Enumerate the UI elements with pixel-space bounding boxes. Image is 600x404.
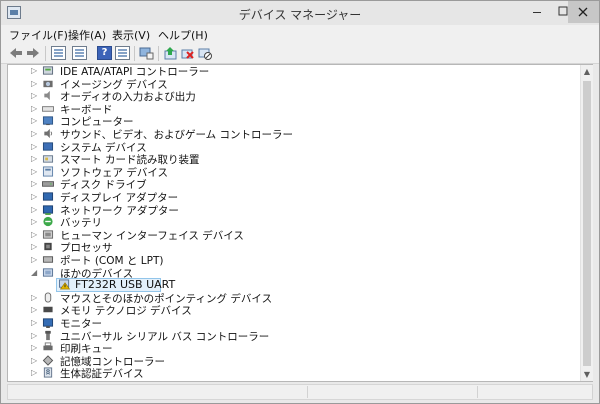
biometric-icon <box>43 367 53 378</box>
expand-arrow-icon[interactable]: ▷ <box>31 217 39 227</box>
device-tree[interactable]: ▷ IDE ATA/ATAPI コントローラー ▷ イメージング デバイス ▷ オーディオ… <box>8 65 580 381</box>
expand-arrow-icon[interactable]: ▷ <box>31 129 39 139</box>
tree-item-label: 生体認証デバイス <box>60 368 144 381</box>
network-adapter-icon <box>42 204 54 215</box>
toolbar-separator <box>45 46 46 61</box>
expand-arrow-icon[interactable]: ▷ <box>31 179 39 189</box>
expand-arrow-icon[interactable]: ▷ <box>31 343 39 353</box>
storage-controller-icon <box>42 355 54 366</box>
expand-arrow-icon[interactable]: ▷ <box>31 242 39 252</box>
expand-arrow-icon[interactable]: ▷ <box>31 167 39 177</box>
audio-icon <box>44 91 50 101</box>
forward-arrow-icon[interactable] <box>26 46 40 60</box>
action-pane-icon[interactable] <box>115 46 130 60</box>
tree-item-label: FT232R USB UART <box>75 278 176 292</box>
camera-icon <box>43 80 53 87</box>
expand-arrow-icon[interactable]: ▷ <box>31 230 39 240</box>
menu-help[interactable]: ヘルプ(H) <box>158 27 208 43</box>
show-hide-console-tree-icon[interactable] <box>51 46 66 60</box>
close-button[interactable] <box>568 1 599 23</box>
device-manager-window: デバイス マネージャー ファイル(F) 操作(A) 表示(V) ヘルプ(H) ?… <box>0 0 600 404</box>
properties-icon[interactable] <box>72 46 87 60</box>
expand-arrow-icon[interactable]: ▷ <box>31 79 39 89</box>
menu-file[interactable]: ファイル(F) <box>9 27 68 43</box>
toolbar-separator <box>134 46 135 61</box>
device-category[interactable]: ▷ 生体認証デバイス <box>8 367 568 380</box>
status-cell <box>478 386 593 398</box>
vertical-scrollbar[interactable]: ▲ ▼ <box>580 65 593 381</box>
port-icon <box>42 256 54 263</box>
toolbar-separator <box>158 46 159 61</box>
expand-arrow-icon[interactable]: ▷ <box>31 104 39 114</box>
expand-arrow-icon[interactable]: ▷ <box>31 293 39 303</box>
menu-action[interactable]: 操作(A) <box>68 27 106 43</box>
title-bar[interactable]: デバイス マネージャー <box>1 1 599 25</box>
scroll-thumb[interactable] <box>583 81 591 366</box>
expand-arrow-icon[interactable]: ▷ <box>31 192 39 202</box>
other-devices-icon <box>42 267 54 277</box>
hid-icon <box>42 230 54 239</box>
software-device-icon <box>42 166 54 177</box>
expand-arrow-icon[interactable]: ▷ <box>31 305 39 315</box>
mouse-icon <box>44 292 52 303</box>
minimize-icon <box>533 12 541 13</box>
scan-hardware-changes-icon[interactable] <box>139 46 154 60</box>
window-title: デバイス マネージャー <box>238 8 362 22</box>
menu-bar: ファイル(F) 操作(A) 表示(V) ヘルプ(H) <box>1 25 599 43</box>
minimize-button[interactable] <box>523 1 551 23</box>
expand-arrow-icon[interactable]: ▷ <box>31 142 39 152</box>
usb-controller-icon <box>45 330 51 340</box>
monitor-icon <box>42 318 54 328</box>
computer-icon <box>42 116 54 126</box>
expand-arrow-icon[interactable]: ▷ <box>31 154 39 164</box>
device-tree-panel: ▷ IDE ATA/ATAPI コントローラー ▷ イメージング デバイス ▷ オーディオ… <box>7 64 593 382</box>
collapse-arrow-icon[interactable]: ◢ <box>31 268 39 278</box>
memory-icon <box>43 307 53 313</box>
display-adapter-icon <box>42 192 54 201</box>
expand-arrow-icon[interactable]: ▷ <box>31 318 39 328</box>
status-cell <box>8 386 308 398</box>
expand-arrow-icon[interactable]: ▷ <box>31 66 39 76</box>
keyboard-icon <box>42 106 54 112</box>
close-icon <box>578 7 588 17</box>
expand-arrow-icon[interactable]: ▷ <box>31 116 39 126</box>
disable-device-icon[interactable] <box>198 46 213 60</box>
expand-arrow-icon[interactable]: ▷ <box>31 331 39 341</box>
disk-drive-icon <box>42 181 54 188</box>
status-cell <box>308 386 478 398</box>
system-device-icon <box>42 141 54 151</box>
warning-device-icon <box>59 279 71 290</box>
scroll-up-arrow-icon[interactable]: ▲ <box>581 65 593 78</box>
expand-arrow-icon[interactable]: ▷ <box>31 205 39 215</box>
expand-arrow-icon[interactable]: ▷ <box>31 255 39 265</box>
status-bar <box>7 384 593 400</box>
sound-icon <box>44 128 53 139</box>
back-arrow-icon[interactable] <box>9 46 23 60</box>
ide-controller-icon <box>42 66 54 75</box>
battery-icon <box>43 217 53 227</box>
uninstall-device-icon[interactable] <box>180 46 195 60</box>
toolbar: ? <box>1 43 599 64</box>
help-icon[interactable]: ? <box>97 46 112 60</box>
menu-view[interactable]: 表示(V) <box>112 27 150 43</box>
expand-arrow-icon[interactable]: ▷ <box>31 91 39 101</box>
scroll-down-arrow-icon[interactable]: ▼ <box>581 368 593 381</box>
printer-icon <box>43 342 53 351</box>
expand-arrow-icon[interactable]: ▷ <box>31 368 39 378</box>
processor-icon <box>44 243 52 251</box>
update-driver-icon[interactable] <box>163 46 178 60</box>
expand-arrow-icon[interactable]: ▷ <box>31 356 39 366</box>
smart-card-reader-icon <box>42 155 54 163</box>
